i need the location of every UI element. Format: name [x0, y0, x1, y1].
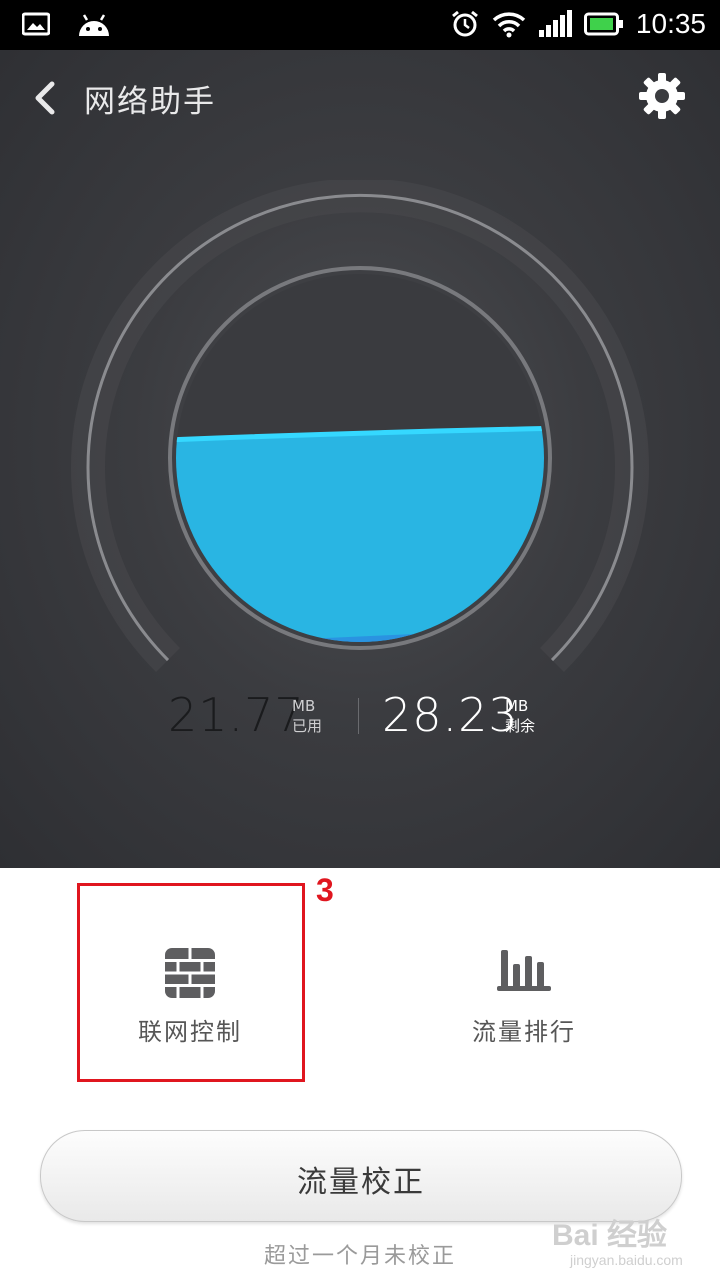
watermark-sub: jingyan.baidu.com: [570, 1252, 683, 1268]
used-label: 已用: [292, 717, 323, 735]
wifi-icon: [492, 12, 526, 38]
signal-icon: [538, 10, 572, 37]
remaining-unit: MB 剩余: [505, 696, 535, 736]
usage-gauge: [71, 180, 649, 673]
back-chevron-icon[interactable]: [28, 78, 62, 118]
page-title: 网络助手: [84, 84, 216, 120]
used-unit: MB 已用: [292, 696, 322, 736]
used-unit-text: MB: [292, 697, 316, 715]
used-value: 21.77: [168, 688, 305, 742]
step-number: 3: [316, 872, 334, 908]
calibrate-label: 流量校正: [297, 1165, 425, 1200]
android-debug-icon: [79, 14, 109, 36]
alarm-icon: [451, 10, 478, 37]
calibrate-button[interactable]: 流量校正: [40, 1130, 682, 1222]
baidu-watermark: Bai 经验 jingyan.baidu.com: [552, 1210, 712, 1274]
traffic-ranking-option[interactable]: 流量排行: [412, 884, 636, 1078]
gear-icon[interactable]: [638, 72, 686, 120]
watermark-text: Bai 经验: [552, 1219, 668, 1252]
remaining-label: 剩余: [505, 717, 536, 735]
water-fill: [176, 428, 544, 642]
clock: 10:35: [635, 8, 706, 39]
remaining-value: 28.23: [382, 688, 519, 742]
highlight-box: [77, 883, 305, 1082]
traffic-ranking-label: 流量排行: [472, 1018, 576, 1046]
battery-icon: [583, 12, 623, 36]
remaining-unit-text: MB: [505, 697, 529, 715]
gallery-notification-icon: [22, 12, 50, 36]
bar-chart-icon: [497, 950, 551, 991]
usage-stats: 21.77 MB 已用 28.23 MB 剩余: [0, 688, 720, 748]
status-bar: 10:35: [0, 0, 720, 50]
stats-divider: [358, 698, 359, 734]
